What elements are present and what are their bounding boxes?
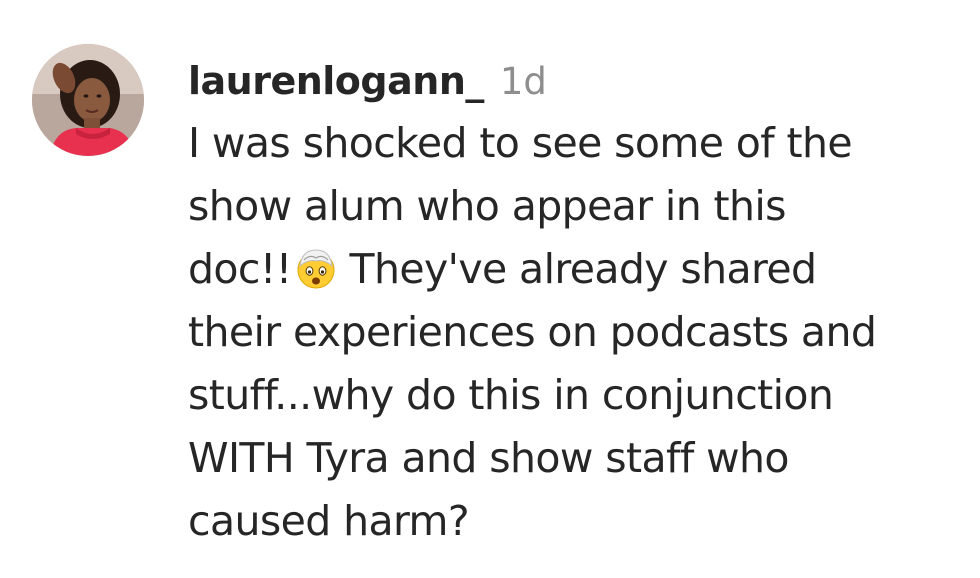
comment-text-line: show alum who appear in this	[188, 182, 787, 230]
username-link[interactable]: laurenlogann_	[188, 50, 484, 112]
profile-photo-icon	[32, 44, 144, 156]
timestamp-link[interactable]: 1d	[500, 51, 547, 113]
comment-text-line: stuff...why do this in conjunction	[188, 371, 834, 419]
comment-text-line: WITH Tyra and show staff who	[188, 434, 790, 482]
comment-item: laurenlogann_ 1d I was shocked to see so…	[0, 0, 980, 578]
comment-text-segment: They've already shared	[349, 245, 818, 293]
comment-header: laurenlogann_ 1d	[188, 50, 958, 112]
comment-text-line-with-emoji: doc!! They've already shared	[188, 238, 958, 301]
comment-text-line: caused harm?	[188, 497, 470, 545]
avatar[interactable]	[32, 44, 144, 156]
exploding-head-emoji-icon	[294, 246, 338, 290]
comment-text-segment: doc!!	[188, 245, 292, 293]
comment-text-line: their experiences on podcasts and	[188, 308, 877, 356]
comment-content: laurenlogann_ 1d I was shocked to see so…	[188, 50, 958, 553]
comment-text: I was shocked to see some of the show al…	[188, 112, 958, 553]
comment-text-line: I was shocked to see some of the	[188, 119, 853, 167]
